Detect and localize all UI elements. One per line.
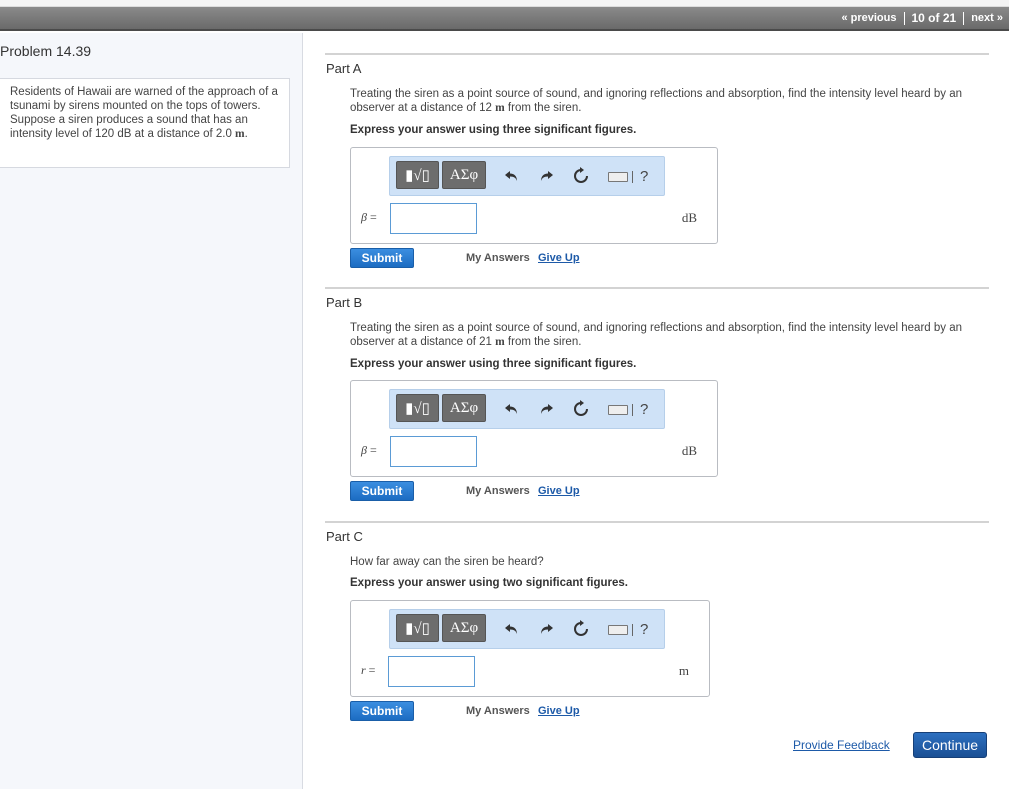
toolbar-separator <box>632 404 633 416</box>
part-c-answer-box: ▮√▯ ΑΣφ ? r = m <box>350 600 710 697</box>
problem-statement: Residents of Hawaii are warned of the ap… <box>0 78 290 168</box>
part-c-question: How far away can the siren be heard? <box>350 555 990 569</box>
part-a-my-answers: My Answers <box>466 252 530 264</box>
part-b-title: Part B <box>326 295 363 310</box>
redo-icon[interactable] <box>536 619 556 639</box>
part-c-question-text: How far away can the siren be heard? <box>350 556 544 568</box>
part-a-divider <box>325 53 989 55</box>
problem-title: Problem 14.39 <box>0 43 92 59</box>
reset-icon[interactable] <box>571 399 591 419</box>
part-b-question: Treating the siren as a point source of … <box>350 321 990 349</box>
part-b-give-up-link[interactable]: Give Up <box>538 485 580 497</box>
part-c-answer-input[interactable] <box>388 656 475 687</box>
part-a-answer-box: ▮√▯ ΑΣφ ? β = dB <box>350 147 718 244</box>
part-a-variable: β = <box>361 210 377 225</box>
templates-button[interactable]: ▮√▯ <box>396 394 439 422</box>
keyboard-icon[interactable] <box>608 405 628 415</box>
help-icon[interactable]: ? <box>640 401 648 418</box>
part-b-question-text: Treating the siren as a point source of … <box>350 322 963 348</box>
math-toolbar: ▮√▯ ΑΣφ ? <box>389 609 665 649</box>
symbols-button[interactable]: ΑΣφ <box>442 394 486 422</box>
part-a-title: Part A <box>326 61 362 76</box>
part-c-title: Part C <box>326 529 363 544</box>
part-b-question-unit: m <box>495 336 505 348</box>
part-c-equals: = <box>365 663 376 677</box>
help-icon[interactable]: ? <box>640 168 648 185</box>
undo-icon[interactable] <box>502 166 522 186</box>
problem-sidebar: Problem 14.39 Residents of Hawaii are wa… <box>0 33 303 789</box>
templates-button[interactable]: ▮√▯ <box>396 614 439 642</box>
part-b-answer-box: ▮√▯ ΑΣφ ? β = dB <box>350 380 718 477</box>
problem-count: 10 of 21 <box>911 11 957 25</box>
part-c-instruction: Express your answer using two significan… <box>350 577 628 589</box>
part-c-give-up-link[interactable]: Give Up <box>538 705 580 717</box>
part-a-question-text: Treating the siren as a point source of … <box>350 88 963 114</box>
part-a-unit: dB <box>681 210 697 225</box>
pager-separator <box>903 11 905 25</box>
part-b-divider <box>325 287 989 289</box>
part-b-answer-input[interactable] <box>390 436 477 467</box>
keyboard-icon[interactable] <box>608 172 628 182</box>
part-b-question-end: from the siren. <box>504 336 582 348</box>
redo-icon[interactable] <box>536 399 556 419</box>
keyboard-icon[interactable] <box>608 625 628 635</box>
part-c-my-answers: My Answers <box>466 705 530 717</box>
assignment-top-bar: « previous 10 of 21 next » <box>0 7 1009 31</box>
continue-button[interactable]: Continue <box>913 732 987 758</box>
pager: « previous 10 of 21 next » <box>841 7 1003 29</box>
part-a-instruction: Express your answer using three signific… <box>350 124 637 136</box>
part-b-my-answers: My Answers <box>466 485 530 497</box>
part-c-variable: r = <box>361 663 375 678</box>
pager-separator <box>963 11 965 25</box>
redo-icon[interactable] <box>536 166 556 186</box>
next-link[interactable]: next » <box>971 12 1003 24</box>
math-toolbar: ▮√▯ ΑΣφ ? <box>389 389 665 429</box>
part-b-equals: = <box>366 443 377 457</box>
part-b-instruction: Express your answer using three signific… <box>350 358 637 370</box>
part-b-variable: β = <box>361 443 377 458</box>
part-a-give-up-link[interactable]: Give Up <box>538 252 580 264</box>
symbols-button[interactable]: ΑΣφ <box>442 161 486 189</box>
part-c-divider <box>325 521 989 523</box>
part-b-unit: dB <box>681 443 697 458</box>
problem-text-end: . <box>244 128 248 140</box>
math-toolbar: ▮√▯ ΑΣφ ? <box>389 156 665 196</box>
browser-top-strip <box>0 0 1009 7</box>
undo-icon[interactable] <box>502 399 522 419</box>
reset-icon[interactable] <box>571 619 591 639</box>
part-a-submit-button[interactable]: Submit <box>350 248 414 268</box>
part-a-question-unit: m <box>495 102 505 114</box>
help-icon[interactable]: ? <box>640 621 648 638</box>
provide-feedback-link[interactable]: Provide Feedback <box>793 738 890 752</box>
toolbar-separator <box>632 171 633 183</box>
reset-icon[interactable] <box>571 166 591 186</box>
undo-icon[interactable] <box>502 619 522 639</box>
part-c-submit-button[interactable]: Submit <box>350 701 414 721</box>
toolbar-separator <box>632 624 633 636</box>
part-b-submit-button[interactable]: Submit <box>350 481 414 501</box>
part-a-equals: = <box>366 210 377 224</box>
previous-link[interactable]: « previous <box>841 12 896 24</box>
part-c-unit: m <box>678 663 689 678</box>
part-a-question: Treating the siren as a point source of … <box>350 87 990 115</box>
part-a-question-end: from the siren. <box>504 102 582 114</box>
part-a-answer-input[interactable] <box>390 203 477 234</box>
symbols-button[interactable]: ΑΣφ <box>442 614 486 642</box>
templates-button[interactable]: ▮√▯ <box>396 161 439 189</box>
problem-unit: m <box>235 128 245 140</box>
